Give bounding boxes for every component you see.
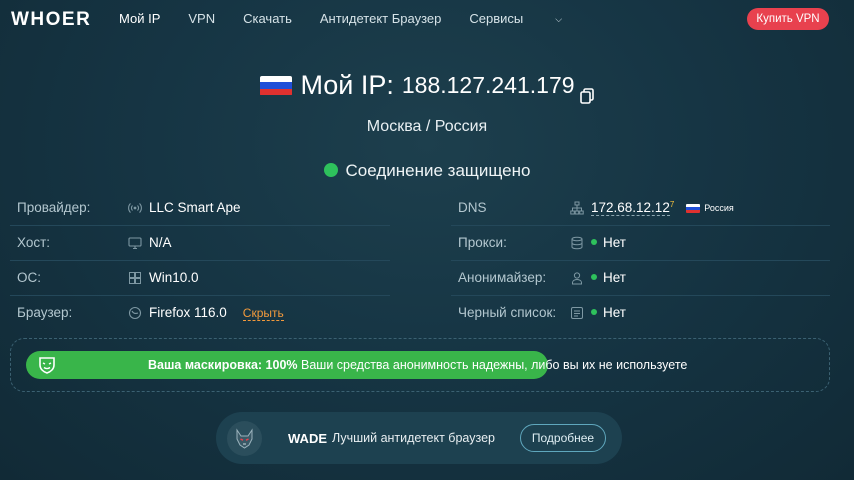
wifi-icon <box>128 201 142 215</box>
list-icon <box>570 306 584 320</box>
hide-browser-link[interactable]: Скрыть <box>242 306 284 321</box>
russia-flag-small-icon <box>686 203 701 213</box>
browser-label: Браузер: <box>17 305 73 320</box>
host-value: N/A <box>149 235 172 250</box>
blacklist-value-wrap: Нет <box>591 305 626 320</box>
dns-value-wrap: 172.68.12.127 Россия <box>591 200 734 216</box>
ip-label: Мой IP: <box>300 70 394 100</box>
wade-description: Лучший антидетект браузер <box>332 431 495 445</box>
nav-download[interactable]: Скачать <box>243 11 292 26</box>
network-icon <box>570 201 584 215</box>
green-dot-icon <box>591 239 597 245</box>
browser-value: Firefox 116.0 <box>149 305 227 320</box>
anonymizer-label: Анонимайзер: <box>458 270 547 285</box>
monitor-icon <box>128 236 142 250</box>
chevron-down-icon: ⌵ <box>555 14 563 24</box>
buy-vpn-button[interactable]: Купить VPN <box>747 8 829 30</box>
info-row-browser: Браузер: Firefox 116.0 Скрыть <box>10 296 390 331</box>
anonymity-title: Ваша маскировка: 100% <box>148 358 298 372</box>
location-text: Москва / Россия <box>366 118 488 135</box>
info-row-anonymizer: Анонимайзер: Нет <box>451 261 830 296</box>
info-row-blacklist: Черный список: Нет <box>451 296 830 331</box>
wade-logo-icon <box>227 421 262 456</box>
info-row-proxy: Прокси: Нет <box>451 226 830 261</box>
os-value: Win10.0 <box>149 270 199 285</box>
top-header: WHOER Мой IP VPN Скачать Антидетект Брау… <box>0 0 854 38</box>
mask-icon <box>37 355 57 375</box>
browser-value-wrap: Firefox 116.0 Скрыть <box>149 305 284 321</box>
green-dot-icon <box>591 274 597 280</box>
whoer-logo[interactable]: WHOER <box>11 9 91 31</box>
wade-title: WADE <box>288 431 327 446</box>
os-label: ОС: <box>17 270 42 285</box>
anonymity-text: Ваша маскировка: 100% Ваши средства анон… <box>148 358 687 372</box>
anonymity-description: Ваши средства анонимность надежны, либо … <box>301 358 688 372</box>
dns-label: DNS <box>458 200 487 215</box>
host-label: Хост: <box>17 235 51 250</box>
status-text: Соединение защищено <box>345 161 531 180</box>
ip-hero: Мой IP: 188.127.241.179 <box>0 70 854 104</box>
proxy-label: Прокси: <box>458 235 507 250</box>
info-row-provider: Провайдер: LLC Smart Ape <box>10 191 390 226</box>
nav-antidetect[interactable]: Антидетект Браузер <box>320 11 442 26</box>
info-row-dns: DNS 172.68.12.127 Россия <box>451 191 830 226</box>
nav-my-ip[interactable]: Мой IP <box>119 11 160 26</box>
nav-vpn[interactable]: VPN <box>188 11 215 26</box>
blacklist-label: Черный список: <box>458 305 557 320</box>
connection-status: Соединение защищено <box>0 161 854 181</box>
ip-address[interactable]: 188.127.241.179 <box>402 72 575 99</box>
nav-services[interactable]: Сервисы ⌵ <box>469 11 590 26</box>
wade-promo-banner: WADE Лучший антидетект браузер Подробнее <box>216 412 622 464</box>
blacklist-value: Нет <box>603 305 626 320</box>
proxy-value-wrap: Нет <box>591 235 626 250</box>
person-icon <box>570 271 584 285</box>
windows-icon <box>128 271 142 285</box>
green-dot-icon <box>591 309 597 315</box>
provider-label: Провайдер: <box>17 200 91 215</box>
nav-services-label: Сервисы <box>469 11 524 26</box>
wade-more-button[interactable]: Подробнее <box>520 424 606 452</box>
browser-icon <box>128 306 142 320</box>
dns-country: Россия <box>704 203 734 214</box>
status-dot-icon <box>323 163 338 177</box>
copy-icon[interactable] <box>579 80 594 104</box>
database-icon <box>570 236 584 250</box>
anonymizer-value: Нет <box>603 270 626 285</box>
info-row-os: ОС: Win10.0 <box>10 261 390 296</box>
dns-value[interactable]: 172.68.12.12 <box>591 200 670 216</box>
anonymizer-value-wrap: Нет <box>591 270 626 285</box>
info-row-host: Хост: N/A <box>10 226 390 261</box>
provider-value: LLC Smart Ape <box>149 200 241 215</box>
proxy-value: Нет <box>603 235 626 250</box>
main-nav: Мой IP VPN Скачать Антидетект Браузер Се… <box>119 11 618 26</box>
anonymity-panel: Ваша маскировка: 100% Ваши средства анон… <box>10 338 830 392</box>
dns-count: 7 <box>669 200 675 209</box>
russia-flag-icon <box>260 75 293 96</box>
